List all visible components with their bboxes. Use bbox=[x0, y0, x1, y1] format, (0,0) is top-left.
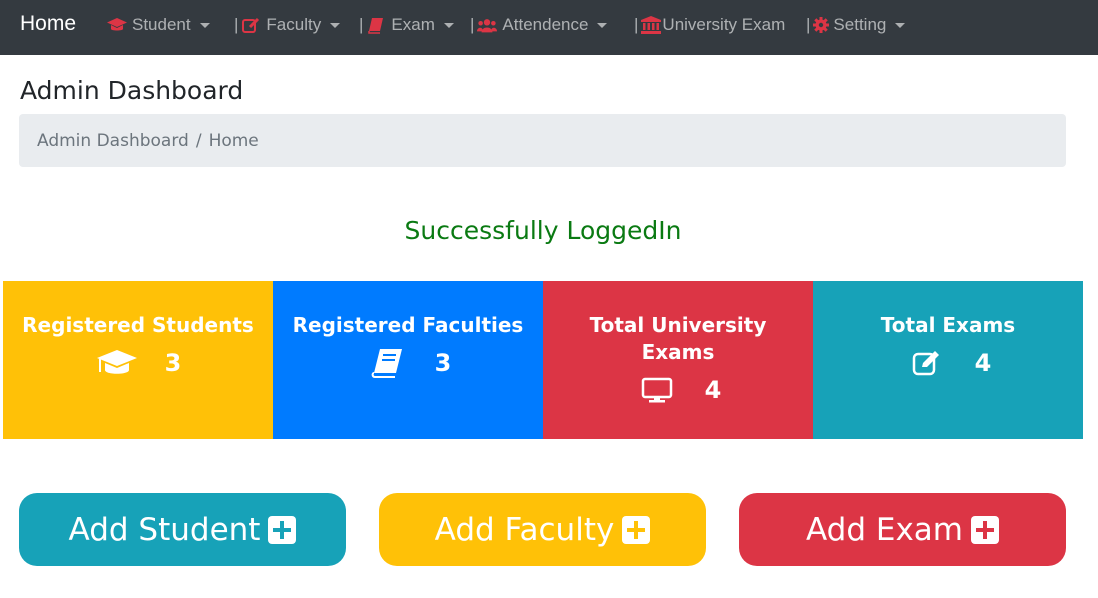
edit-icon bbox=[241, 16, 261, 34]
breadcrumb: Admin Dashboard / Home bbox=[19, 114, 1066, 167]
book-icon bbox=[365, 347, 409, 379]
card-registered-students: Registered Students 3 bbox=[3, 281, 273, 439]
nav-item-faculty[interactable]: | Faculty bbox=[234, 14, 341, 36]
button-label: Add Student bbox=[68, 511, 261, 548]
plus-square-icon bbox=[971, 515, 999, 544]
card-total-university-exams: Total University Exams 4 bbox=[543, 281, 813, 439]
nav-label: Exam bbox=[391, 15, 435, 34]
nav-label: Setting bbox=[833, 15, 887, 34]
nav-separator: | bbox=[806, 15, 811, 34]
card-title: Registered Faculties bbox=[292, 313, 524, 337]
nav-label: Student bbox=[132, 15, 191, 34]
nav-label: Attendence bbox=[502, 15, 589, 34]
nav-label: University Exam bbox=[662, 15, 786, 34]
button-label: Add Faculty bbox=[434, 511, 615, 548]
university-icon bbox=[641, 16, 662, 34]
add-exam-button[interactable]: Add Exam bbox=[739, 493, 1066, 566]
card-count: 3 bbox=[164, 349, 182, 377]
breadcrumb-item[interactable]: Admin Dashboard bbox=[37, 131, 189, 151]
nav-item-student[interactable]: Student bbox=[107, 14, 210, 36]
nav-separator: | bbox=[234, 15, 239, 34]
graduation-cap-icon bbox=[95, 347, 139, 379]
nav-item-university-exam[interactable]: | University Exam bbox=[634, 14, 785, 36]
card-total-exams: Total Exams 4 bbox=[813, 281, 1083, 439]
nav-item-setting[interactable]: | Setting bbox=[806, 14, 906, 36]
button-label: Add Exam bbox=[806, 511, 963, 548]
chevron-down-icon bbox=[199, 22, 210, 28]
top-navbar: Home Student | Faculty | Exam | Attenden… bbox=[0, 0, 1098, 55]
card-count: 4 bbox=[974, 349, 992, 377]
chevron-down-icon bbox=[330, 22, 341, 28]
breadcrumb-item-active: Home bbox=[208, 130, 259, 151]
card-registered-faculties: Registered Faculties 3 bbox=[273, 281, 543, 439]
nav-item-exam[interactable]: | Exam bbox=[359, 14, 454, 36]
status-message: Successfully LoggedIn bbox=[404, 216, 682, 245]
nav-separator: | bbox=[470, 15, 475, 34]
users-icon bbox=[477, 16, 498, 34]
book-icon bbox=[366, 16, 386, 34]
chevron-down-icon bbox=[597, 22, 608, 28]
nav-separator: | bbox=[634, 15, 639, 34]
brand-home-link[interactable]: Home bbox=[20, 12, 76, 36]
chevron-down-icon bbox=[895, 22, 906, 28]
chevron-down-icon bbox=[443, 22, 454, 28]
nav-item-attendence[interactable]: | Attendence bbox=[470, 14, 608, 36]
desktop-icon bbox=[635, 374, 679, 406]
graduation-cap-icon bbox=[107, 16, 127, 34]
card-count: 4 bbox=[704, 376, 722, 404]
edit-icon bbox=[905, 347, 949, 379]
card-title: Registered Students bbox=[22, 313, 254, 337]
add-student-button[interactable]: Add Student bbox=[19, 493, 346, 566]
gear-icon bbox=[813, 16, 830, 34]
plus-square-icon bbox=[268, 515, 297, 544]
breadcrumb-separator: / bbox=[195, 130, 202, 151]
page-title: Admin Dashboard bbox=[20, 76, 244, 105]
card-title: Total University Exams bbox=[589, 313, 767, 364]
plus-square-icon bbox=[622, 515, 651, 544]
card-count: 3 bbox=[434, 349, 452, 377]
add-faculty-button[interactable]: Add Faculty bbox=[379, 493, 706, 566]
nav-label: Faculty bbox=[266, 15, 322, 34]
card-title: Total Exams bbox=[880, 313, 1016, 337]
nav-separator: | bbox=[359, 15, 364, 34]
